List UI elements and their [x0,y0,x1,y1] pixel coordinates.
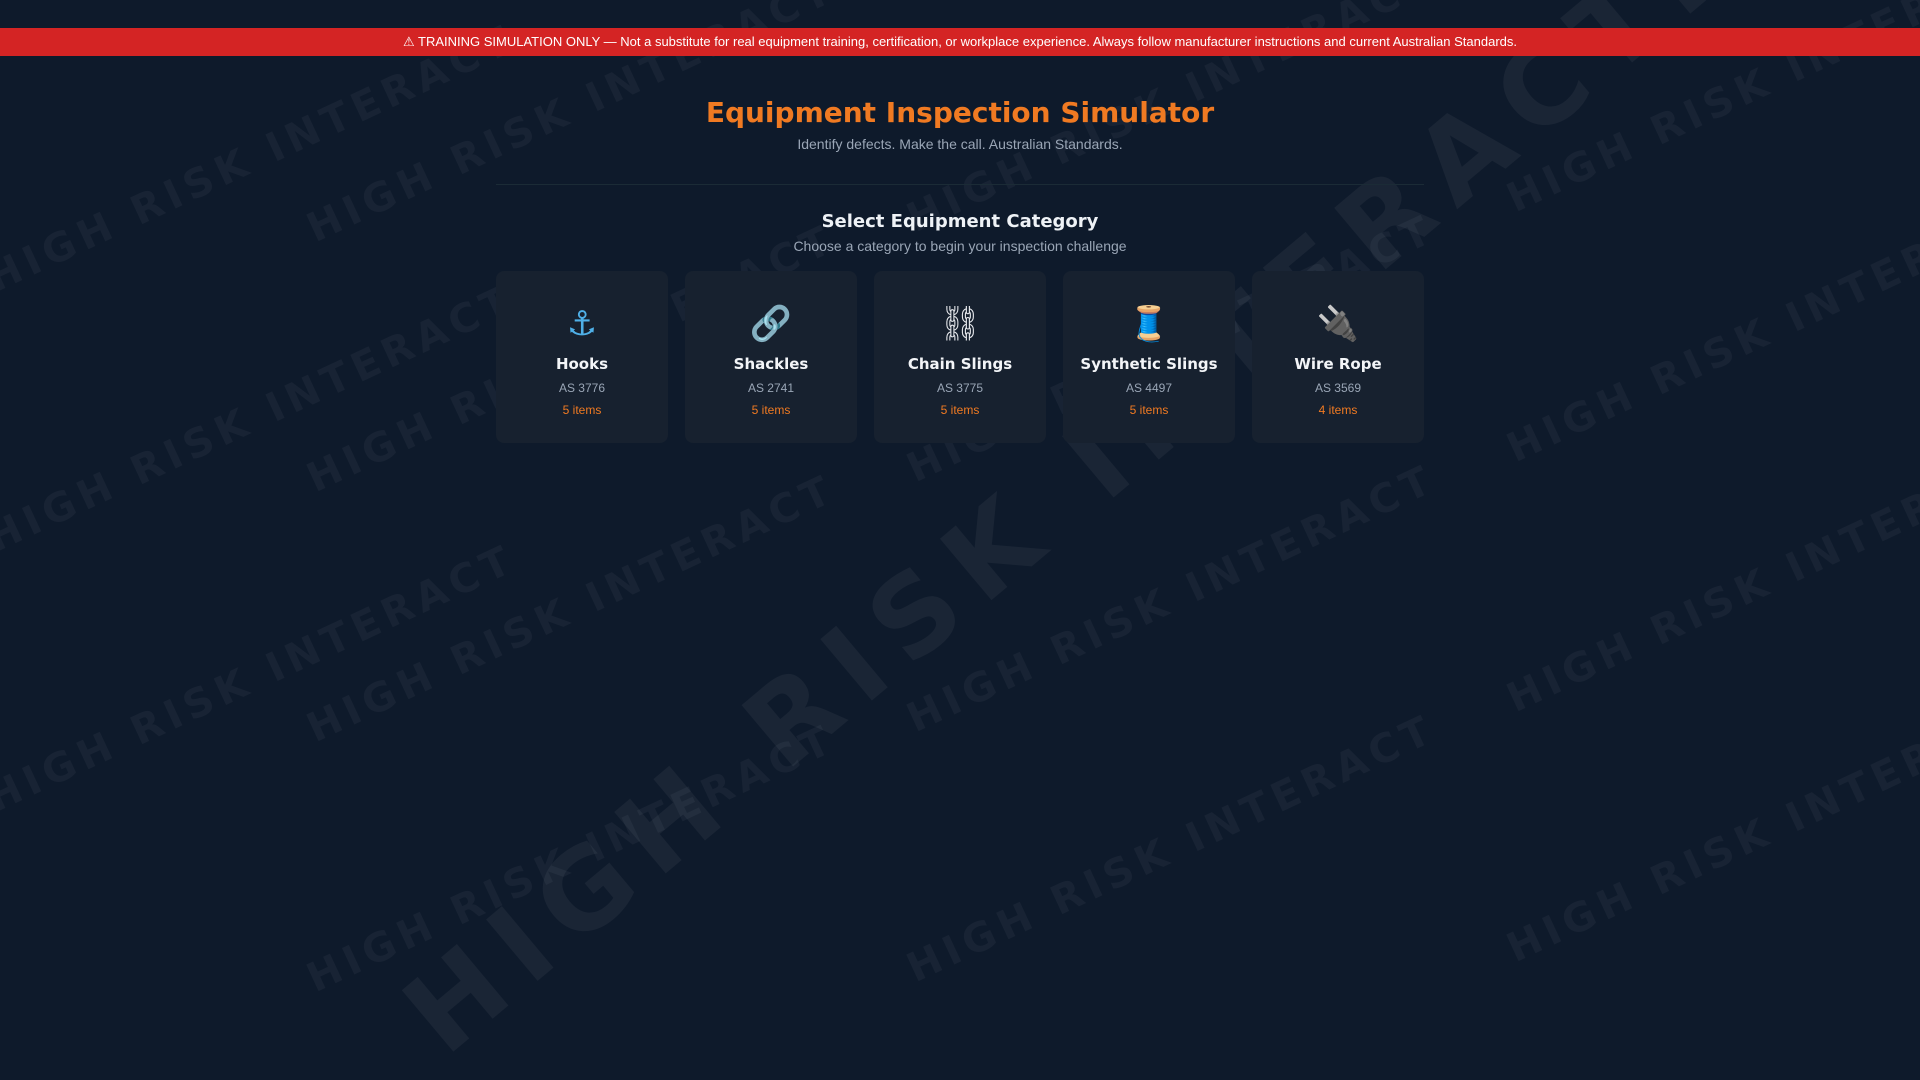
category-name: Shackles [733,355,809,373]
page-subtitle: Identify defects. Make the call. Austral… [797,136,1123,152]
category-card-hooks[interactable]: ⚓ Hooks AS 3776 5 items [496,271,668,443]
category-grid: ⚓ Hooks AS 3776 5 items 🔗 Shackles AS 27… [496,271,1424,443]
category-card-synthetic-slings[interactable]: 🧵 Synthetic Slings AS 4497 5 items [1063,271,1235,443]
category-standard: AS 4497 [1125,381,1173,395]
page-title: Equipment Inspection Simulator [705,96,1215,129]
plug-icon: 🔌 [1316,304,1360,344]
watermark-text: HIGH RISK INTERACT [900,456,1443,742]
section-title: Select Equipment Category [821,211,1099,232]
category-count: 5 items [562,403,602,417]
section-subtitle: Choose a category to begin your inspecti… [793,238,1127,254]
category-standard: AS 3776 [558,381,606,395]
watermark-text: HIGH RISK INTERACT [1500,686,1920,972]
category-count: 5 items [751,403,791,417]
watermark-text: HIGH RISK INTERACT [0,536,523,822]
category-standard: AS 2741 [747,381,795,395]
category-standard: AS 3775 [936,381,984,395]
chain-icon: ⛓ [938,304,982,344]
thread-spool-icon: 🧵 [1127,304,1171,344]
divider [496,184,1424,185]
banner-text: ⚠ TRAINING SIMULATION ONLY — Not a subst… [402,34,1517,49]
anchor-icon: ⚓ [566,304,598,344]
watermark-text: HIGH RISK INTERACT [300,716,843,1002]
watermark-text: HIGH RISK INTERACT [900,706,1443,992]
category-count: 4 items [1318,403,1358,417]
watermark-text: HIGH RISK INTERACT [0,276,523,562]
category-card-wire-rope[interactable]: 🔌 Wire Rope AS 3569 4 items [1252,271,1424,443]
watermark-layer: HIGH RISK INTERACT HIGH RISK INTERACT HI… [0,0,1920,1080]
training-warning-banner: ⚠ TRAINING SIMULATION ONLY — Not a subst… [0,28,1920,56]
watermark-text: HIGH RISK INTERACT [0,16,523,302]
category-card-chain-slings[interactable]: ⛓ Chain Slings AS 3775 5 items [874,271,1046,443]
category-standard: AS 3569 [1314,381,1362,395]
category-count: 5 items [940,403,980,417]
category-count: 5 items [1129,403,1169,417]
link-icon: 🔗 [749,304,793,344]
category-name: Hooks [555,355,609,373]
watermark-text: HIGH RISK INTERACT [300,466,843,752]
category-name: Chain Slings [907,355,1013,373]
category-name: Synthetic Slings [1080,355,1218,373]
category-card-shackles[interactable]: 🔗 Shackles AS 2741 5 items [685,271,857,443]
watermark-text-large: HIGH RISK INTERACTIVE [380,0,1895,1079]
watermark-text: HIGH RISK INTERACT [1500,436,1920,722]
category-name: Wire Rope [1294,355,1382,373]
